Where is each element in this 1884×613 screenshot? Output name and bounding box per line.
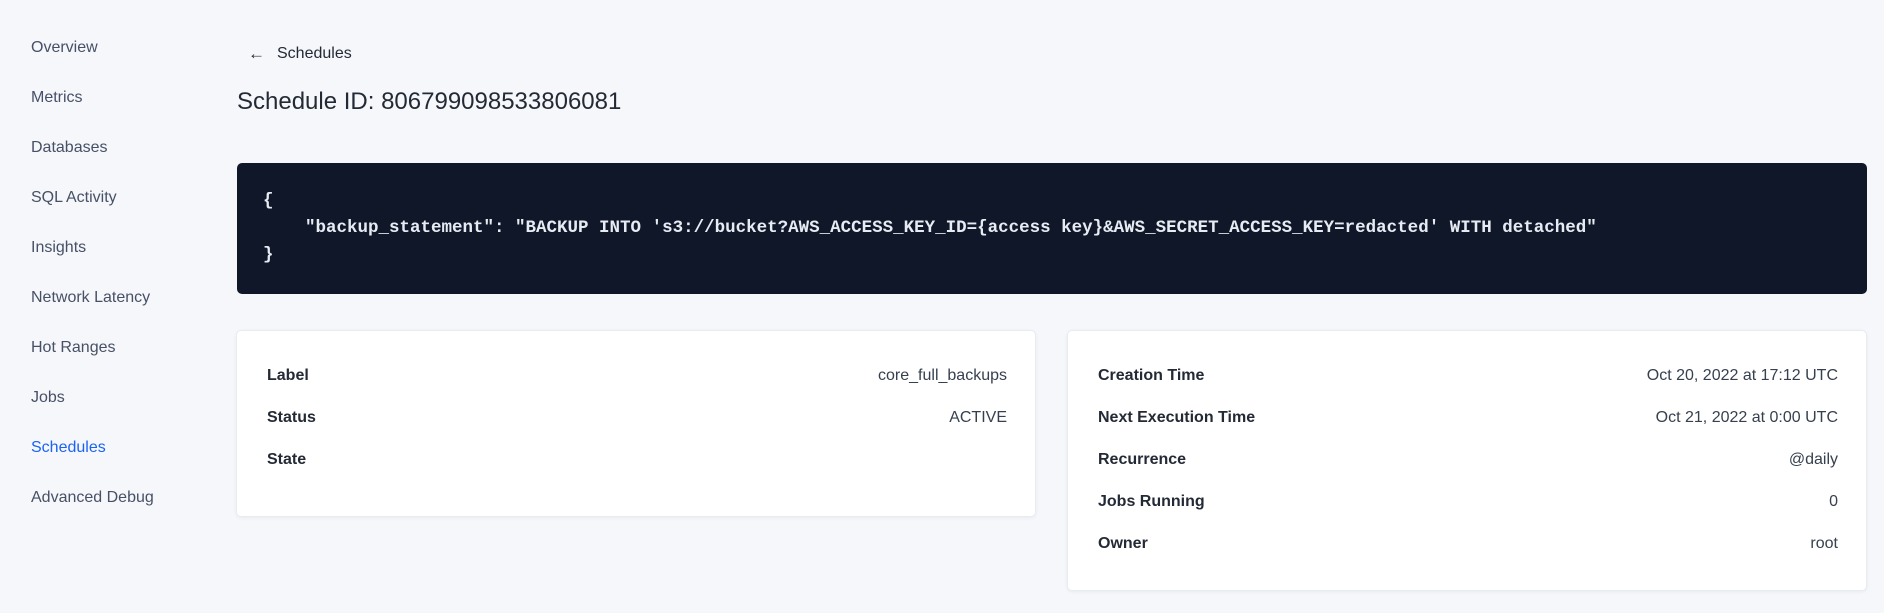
status-row-value: ACTIVE [949, 409, 1007, 426]
sidebar-item-metrics[interactable]: Metrics [31, 73, 236, 123]
sidebar-nav: Overview Metrics Databases SQL Activity … [0, 0, 236, 613]
main-content: ← Schedules Schedule ID: 806799098533806… [236, 0, 1867, 591]
recurrence-row-value: @daily [1788, 451, 1838, 468]
next-execution-row-value: Oct 21, 2022 at 0:00 UTC [1655, 409, 1838, 426]
sidebar-item-sql-activity[interactable]: SQL Activity [31, 173, 236, 223]
owner-row-label: Owner [1098, 535, 1148, 552]
backup-statement-code: { "backup_statement": "BACKUP INTO 's3:/… [263, 191, 1597, 265]
table-row: Status ACTIVE [267, 397, 1007, 439]
jobs-running-row-value: 0 [1829, 493, 1838, 510]
table-row: State [267, 439, 1007, 481]
backup-statement-code-block: { "backup_statement": "BACKUP INTO 's3:/… [237, 163, 1867, 294]
back-arrow-icon: ← [248, 44, 265, 63]
table-row: Creation Time Oct 20, 2022 at 17:12 UTC [1098, 355, 1838, 397]
schedule-timing-card: Creation Time Oct 20, 2022 at 17:12 UTC … [1067, 330, 1867, 591]
sidebar-item-network-latency[interactable]: Network Latency [31, 273, 236, 323]
sidebar-item-overview[interactable]: Overview [31, 23, 236, 73]
back-to-schedules-link[interactable]: ← Schedules [248, 44, 352, 64]
state-row-label: State [267, 451, 307, 468]
table-row: Recurrence @daily [1098, 439, 1838, 481]
jobs-running-row-label: Jobs Running [1098, 493, 1205, 510]
sidebar-item-insights[interactable]: Insights [31, 223, 236, 273]
owner-row-value: root [1810, 535, 1838, 552]
sidebar-item-jobs[interactable]: Jobs [31, 373, 236, 423]
label-row-value: core_full_backups [878, 367, 1007, 384]
sidebar-item-databases[interactable]: Databases [31, 123, 236, 173]
table-row: Jobs Running 0 [1098, 481, 1838, 523]
back-link-label: Schedules [277, 45, 352, 62]
label-row-label: Label [267, 367, 309, 384]
next-execution-row-label: Next Execution Time [1098, 409, 1256, 426]
detail-cards: Label core_full_backups Status ACTIVE St… [236, 330, 1867, 591]
table-row: Label core_full_backups [267, 355, 1007, 397]
table-row: Owner root [1098, 523, 1838, 565]
schedule-details-card: Label core_full_backups Status ACTIVE St… [236, 330, 1036, 517]
sidebar-item-hot-ranges[interactable]: Hot Ranges [31, 323, 236, 373]
creation-time-row-label: Creation Time [1098, 367, 1205, 384]
page-title: Schedule ID: 806799098533806081 [237, 88, 622, 115]
recurrence-row-label: Recurrence [1098, 451, 1187, 468]
table-row: Next Execution Time Oct 21, 2022 at 0:00… [1098, 397, 1838, 439]
sidebar-item-schedules[interactable]: Schedules [31, 423, 236, 473]
sidebar-item-advanced-debug[interactable]: Advanced Debug [31, 473, 236, 523]
creation-time-row-value: Oct 20, 2022 at 17:12 UTC [1646, 367, 1838, 384]
status-row-label: Status [267, 409, 316, 426]
